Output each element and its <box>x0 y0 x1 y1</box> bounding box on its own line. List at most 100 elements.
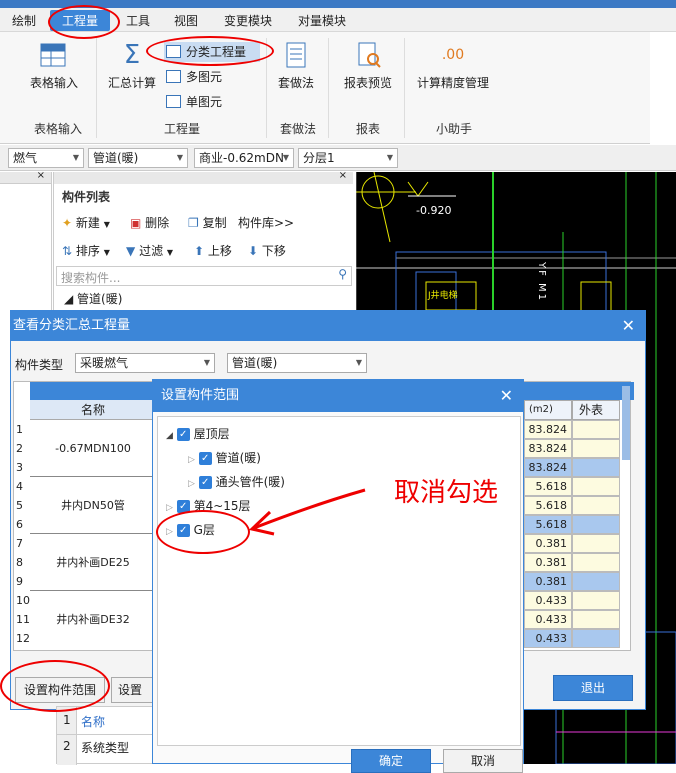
outer-cell <box>572 439 620 458</box>
prop-name-label[interactable]: 名称 <box>81 713 105 730</box>
annotation-ring-g-floor <box>156 510 250 554</box>
close-icon[interactable]: ✕ <box>622 311 635 341</box>
method-button[interactable]: 套做法 <box>272 42 320 91</box>
cad-elevation-label: -0.920 <box>416 204 452 217</box>
category-select[interactable]: 燃气 ▼ <box>8 148 84 168</box>
quantity-cell: 0.433 <box>524 629 572 648</box>
prop-row-number: 1 <box>63 713 71 727</box>
collapse-arrow-icon[interactable]: ▷ <box>188 455 195 465</box>
group-name-cell: 井内补画DE32 <box>56 613 130 626</box>
new-button[interactable]: ✦ 新建 ▼ <box>62 214 110 231</box>
sort-button[interactable]: ⇅ 排序 ▼ <box>62 242 110 259</box>
quantity-cell: 0.381 <box>524 572 572 591</box>
quantity-cell: 0.433 <box>524 591 572 610</box>
menu-change[interactable]: 变更模块 <box>224 12 272 29</box>
row-number: 5 <box>14 496 30 515</box>
copy-label: 复制 <box>202 216 227 230</box>
collapse-arrow-icon[interactable]: ▷ <box>188 479 195 489</box>
component-sub-select[interactable]: 管道(暖) ▼ <box>227 353 367 373</box>
row-number: 10 <box>14 591 30 610</box>
collapse-arrow-icon[interactable]: ▷ <box>166 503 173 513</box>
ok-button[interactable]: 确定 <box>351 749 431 773</box>
summary-dialog-title: 查看分类汇总工程量 <box>13 318 131 333</box>
component-list-panel: × 构件列表 ✦ 新建 ▼ ▣ 删除 ❐ 复制 构件库>> ⇅ 排序 ▼ ▼ 过… <box>53 170 353 312</box>
filter-button[interactable]: ▼ 过滤 ▼ <box>126 242 173 259</box>
sort-label: 排序 <box>75 244 100 258</box>
cad-door-label: YF M1 <box>536 262 547 303</box>
close-icon[interactable]: ✕ <box>500 380 513 412</box>
tree-item-pipe[interactable]: ◢ 管道(暖) <box>64 290 122 307</box>
chevron-down-icon: ▼ <box>166 248 174 257</box>
annotation-ring-quantity-tab <box>48 5 120 39</box>
close-icon[interactable]: × <box>339 170 347 181</box>
outer-cell <box>572 572 620 591</box>
range-dialog-title: 设置构件范围 <box>161 388 240 403</box>
move-up-button[interactable]: ⬆ 上移 <box>194 242 232 259</box>
menu-view[interactable]: 视图 <box>174 12 198 29</box>
move-down-button[interactable]: ⬇ 下移 <box>248 242 286 259</box>
delete-icon: ▣ <box>130 216 142 230</box>
grid-icon <box>166 95 181 108</box>
delete-button[interactable]: ▣ 删除 <box>130 214 169 231</box>
arrow-down-icon: ⬇ <box>248 244 259 258</box>
precision-button[interactable]: .00 计算精度管理 <box>412 42 494 91</box>
quantity-cell: 83.824 <box>524 458 572 477</box>
copy-button[interactable]: ❐ 复制 <box>188 214 227 231</box>
expand-arrow-icon[interactable]: ◢ <box>166 431 173 441</box>
single-elem-label: 单图元 <box>186 95 223 109</box>
exit-button[interactable]: 退出 <box>553 675 633 701</box>
checkbox-checked-icon[interactable]: ✓ <box>198 452 212 465</box>
row-number: 8 <box>14 553 30 572</box>
cad-elevator-label: J井电梯 <box>428 291 458 301</box>
group-label-table: 表格输入 <box>34 122 83 136</box>
move-down-label: 下移 <box>261 244 286 258</box>
component-select[interactable]: 商业-0.62mDN ▼ <box>194 148 294 168</box>
delete-label: 删除 <box>145 216 170 230</box>
row-number: 2 <box>14 439 30 458</box>
scrollbar-thumb[interactable] <box>622 386 630 460</box>
cancel-button[interactable]: 取消 <box>443 749 523 773</box>
tree-item-label: 管道(暖) <box>77 292 123 306</box>
outer-cell <box>572 591 620 610</box>
category-select-value: 燃气 <box>13 151 38 165</box>
component-select-value: 商业-0.62mDN <box>199 151 284 165</box>
component-sub-value: 管道(暖) <box>232 356 278 370</box>
quantity-cell: 5.618 <box>524 477 572 496</box>
single-elem-button[interactable]: 单图元 <box>164 92 260 112</box>
checkbox-checked-icon[interactable]: ✓ <box>198 476 212 489</box>
group-label-quantity: 工程量 <box>164 122 201 136</box>
outer-cell <box>572 496 620 515</box>
quantity-cell: 83.824 <box>524 420 572 439</box>
component-library-button[interactable]: 构件库>> <box>238 214 294 231</box>
sort-icon: ⇅ <box>62 244 73 258</box>
outer-cell <box>572 458 620 477</box>
menu-tools[interactable]: 工具 <box>126 12 150 29</box>
tree-node-pipe[interactable]: ▷ ✓ 管道(暖) <box>188 449 261 466</box>
menu-draw[interactable]: 绘制 <box>12 12 36 29</box>
report-preview-button[interactable]: 报表预览 <box>340 42 396 91</box>
outer-cell <box>572 420 620 439</box>
tree-node-roof[interactable]: ◢ ✓ 屋顶层 <box>166 425 230 442</box>
menu-compare[interactable]: 对量模块 <box>298 12 346 29</box>
outer-cell <box>572 629 620 648</box>
type-select[interactable]: 管道(暖) ▼ <box>88 148 188 168</box>
group-name-cell: 井内补画DE25 <box>30 534 156 591</box>
row-number: 9 <box>14 572 30 591</box>
quantity-cell: 83.824 <box>524 439 572 458</box>
type-select-value: 管道(暖) <box>93 151 139 165</box>
left-pane: × <box>0 170 52 312</box>
table-input-button[interactable]: 表格输入 <box>24 42 84 91</box>
grid-icon <box>166 70 181 83</box>
component-list-title: 构件列表 <box>62 190 111 204</box>
layer-select[interactable]: 分层1 ▼ <box>298 148 398 168</box>
checkbox-checked-icon[interactable]: ✓ <box>176 428 190 441</box>
close-icon[interactable]: × <box>37 170 45 181</box>
outer-cell <box>572 515 620 534</box>
search-input[interactable]: 搜索构件... ⚲ <box>56 266 352 286</box>
multi-elem-button[interactable]: 多图元 <box>164 67 260 87</box>
component-type-select[interactable]: 采暖燃气 ▼ <box>75 353 215 373</box>
ribbon: 表格输入 Σ 汇总计算 分类工程量 多图元 单图元 套做法 报表预览 .00 计… <box>0 32 650 144</box>
set-category-button[interactable]: 设置分 <box>111 677 153 703</box>
annotation-arrow <box>248 488 366 536</box>
new-icon: ✦ <box>62 216 73 230</box>
